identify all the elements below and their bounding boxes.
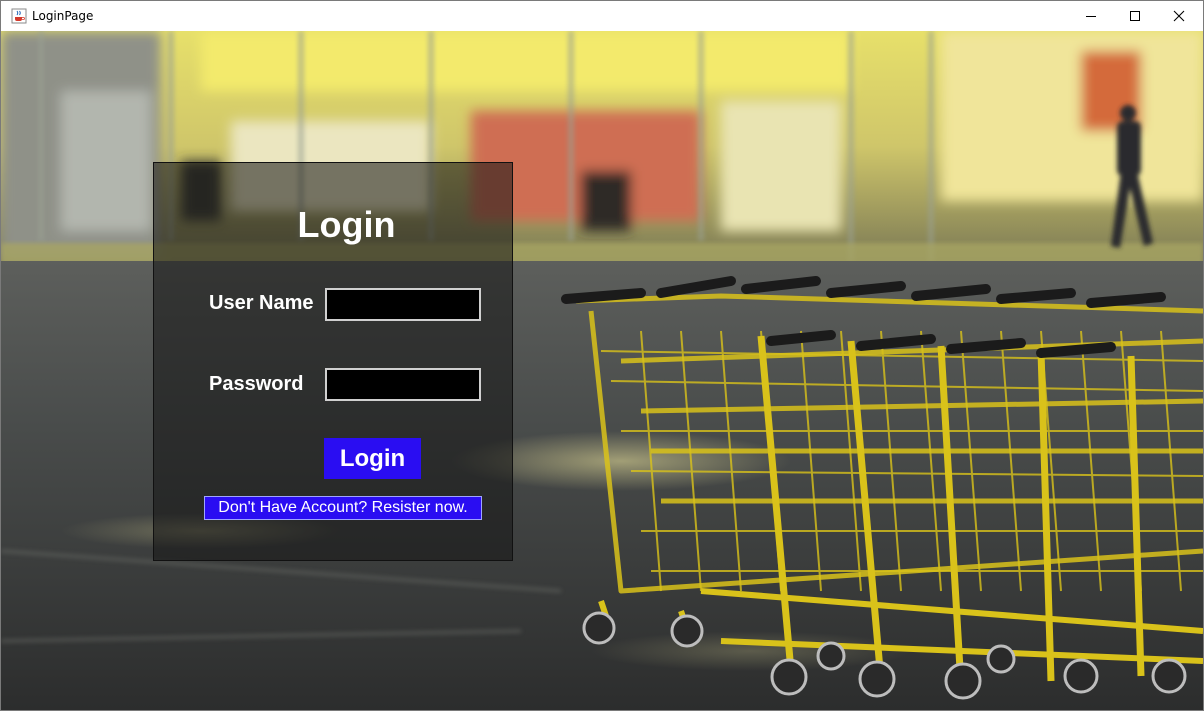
password-label: Password bbox=[209, 373, 304, 395]
close-button[interactable] bbox=[1156, 1, 1201, 31]
register-link[interactable]: Don't Have Account? Resister now. bbox=[204, 496, 482, 520]
title-bar[interactable]: LoginPage bbox=[1, 1, 1203, 31]
minimize-button[interactable] bbox=[1068, 1, 1113, 31]
password-input[interactable] bbox=[325, 368, 481, 401]
login-heading: Login bbox=[297, 204, 396, 245]
minimize-icon bbox=[1085, 16, 1096, 17]
login-panel: Login User Name Password Login Don't Hav… bbox=[153, 162, 513, 561]
username-label: User Name bbox=[209, 292, 314, 314]
content-area: Login User Name Password Login Don't Hav… bbox=[1, 31, 1203, 710]
login-button[interactable]: Login bbox=[324, 438, 421, 479]
maximize-icon bbox=[1129, 11, 1140, 21]
username-input[interactable] bbox=[325, 288, 481, 321]
window-title: LoginPage bbox=[32, 9, 94, 23]
java-cup-icon bbox=[11, 8, 27, 24]
maximize-button[interactable] bbox=[1112, 1, 1157, 31]
close-icon bbox=[1173, 10, 1184, 22]
login-window: LoginPage Login User Name Password Login… bbox=[0, 0, 1204, 711]
